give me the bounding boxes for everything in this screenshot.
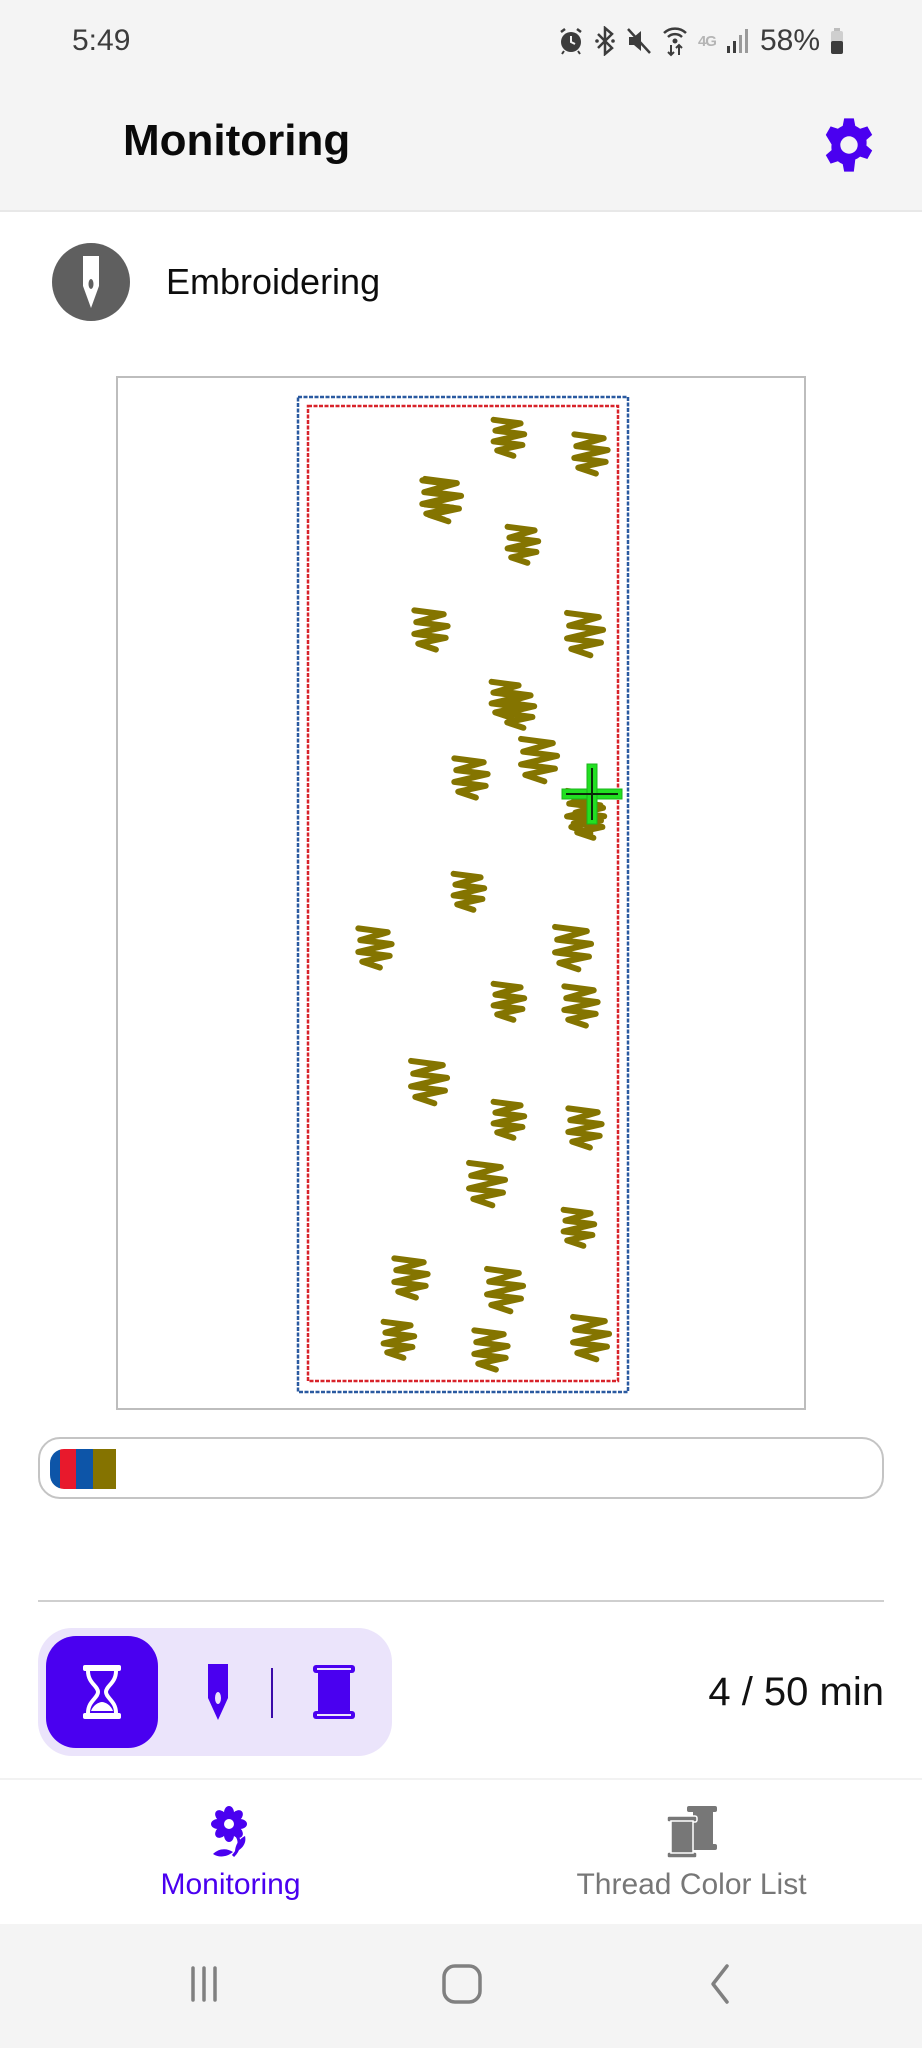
stitch-motif	[380, 1318, 418, 1361]
page-title: Monitoring	[123, 116, 351, 165]
status-time: 5:49	[72, 24, 131, 57]
mute-icon	[626, 24, 652, 58]
stitch-motif	[484, 1265, 527, 1315]
stitch-motif	[571, 431, 611, 477]
recents-icon	[191, 1966, 217, 2002]
stitch-motif	[466, 1159, 509, 1209]
progress-segment	[76, 1449, 93, 1489]
mode-thread-button[interactable]	[294, 1652, 374, 1732]
back-icon	[711, 1964, 729, 2004]
thread-spools-icon	[663, 1802, 721, 1862]
stitch-motif	[565, 1105, 605, 1151]
stitch-motif	[411, 607, 451, 653]
progress-segment	[50, 1449, 60, 1489]
divider	[38, 1600, 884, 1602]
mode-separator	[271, 1668, 273, 1718]
stitch-group	[355, 416, 613, 1373]
home-button[interactable]	[422, 1954, 502, 2014]
wifi-icon	[662, 24, 688, 58]
stitch-motif	[490, 980, 528, 1023]
stitch-motif	[490, 1098, 528, 1141]
system-nav-bar	[0, 1924, 922, 2048]
nav-tab-thread-color-list[interactable]: Thread Color List	[461, 1780, 922, 1926]
stitch-motif	[504, 523, 542, 566]
hourglass-icon	[83, 1665, 121, 1719]
mode-time-button[interactable]	[46, 1636, 158, 1748]
stitch-motif	[552, 923, 595, 973]
embroidery-preview[interactable]	[116, 376, 806, 1410]
state-label: Embroidering	[166, 261, 381, 302]
battery-percent: 58%	[759, 24, 820, 57]
progress-fill	[50, 1449, 117, 1489]
back-button[interactable]	[680, 1954, 760, 2014]
preview-canvas	[296, 395, 630, 1394]
stitch-motif	[451, 755, 491, 801]
settings-button[interactable]	[814, 110, 884, 180]
display-mode-toggle	[38, 1628, 392, 1756]
nav-label-monitoring: Monitoring	[160, 1868, 301, 1901]
nav-tab-monitoring[interactable]: Monitoring	[0, 1780, 461, 1926]
bluetooth-icon	[594, 24, 616, 58]
stitch-motif	[560, 1206, 598, 1249]
nav-label-thread-color-list: Thread Color List	[576, 1868, 807, 1901]
needle-icon	[52, 243, 130, 321]
lte-icon: 4G	[697, 32, 717, 50]
time-readout: 4 / 50 min	[708, 1670, 884, 1714]
signal-icon	[726, 24, 750, 58]
flower-icon	[205, 1802, 257, 1862]
progress-segment	[92, 1449, 117, 1489]
alarm-icon	[558, 24, 584, 58]
stitch-progress-bar	[38, 1437, 884, 1499]
battery-icon	[830, 24, 844, 58]
stitch-motif	[564, 609, 607, 659]
stitch-motif	[450, 870, 488, 913]
machine-state: Embroidering	[52, 242, 380, 322]
stitch-motif	[355, 925, 395, 971]
stitch-motif	[570, 1313, 613, 1363]
status-bar: 5:49 4G 58%	[0, 0, 922, 90]
stitch-motif	[518, 735, 561, 785]
stitch-motif	[490, 416, 528, 459]
stitch-motif	[391, 1255, 431, 1301]
stitch-motif	[408, 1057, 451, 1107]
progress-segment	[59, 1449, 77, 1489]
home-icon	[442, 1964, 482, 2004]
status-icons: 4G 58%	[558, 24, 844, 58]
gear-icon	[825, 118, 873, 172]
app-bar: Monitoring	[0, 90, 922, 212]
recents-button[interactable]	[164, 1954, 244, 2014]
stitch-motif	[419, 477, 459, 523]
stitch-motif	[471, 1327, 511, 1373]
bottom-nav: Monitoring Thread Color List	[0, 1778, 922, 1924]
spool-icon	[313, 1665, 355, 1719]
needle-icon	[208, 1664, 228, 1720]
stitch-motif	[561, 983, 601, 1029]
mode-stitch-button[interactable]	[188, 1652, 248, 1732]
